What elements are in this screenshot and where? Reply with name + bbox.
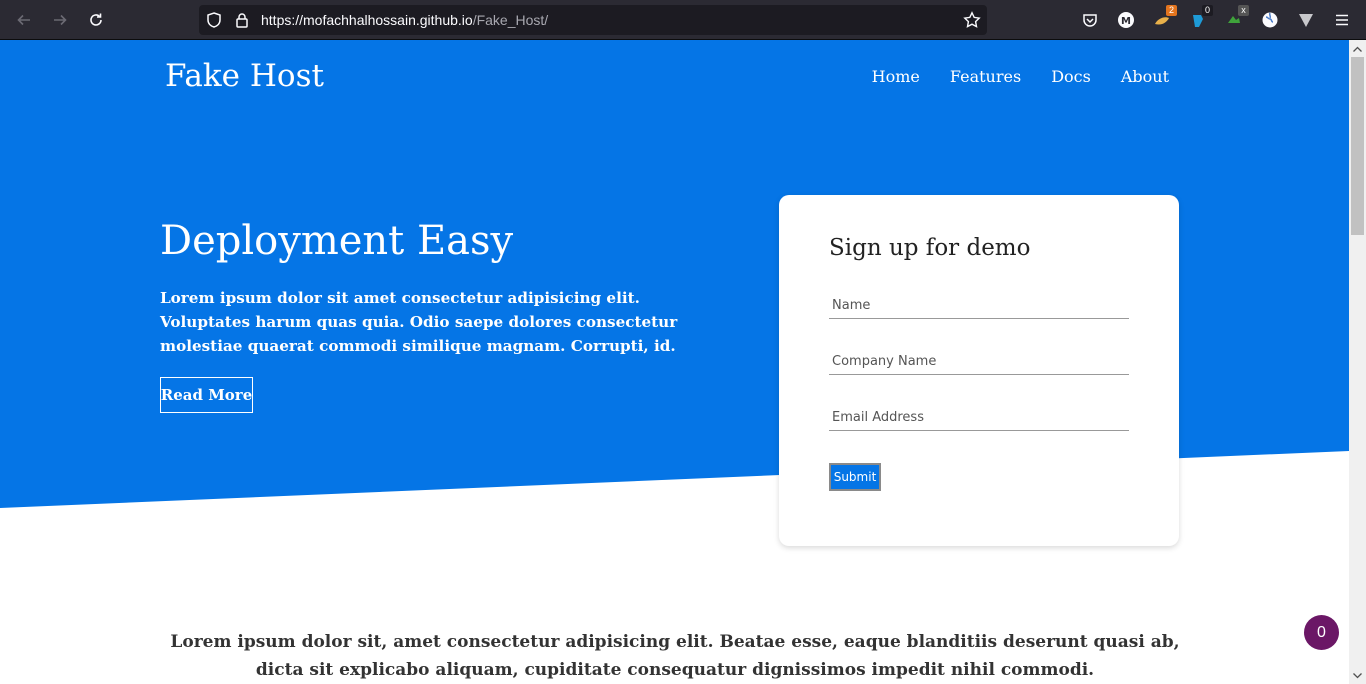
reload-icon — [90, 13, 102, 26]
forward-button[interactable] — [48, 8, 72, 32]
url-text[interactable]: https://mofachhalhossain.github.io/Fake_… — [261, 12, 548, 28]
svg-text:M: M — [1121, 16, 1131, 27]
shield-icon[interactable] — [205, 11, 223, 33]
extension-4-button[interactable]: x — [1223, 5, 1249, 31]
page-scrollbar[interactable] — [1349, 40, 1366, 684]
signup-title: Sign up for demo — [829, 235, 1031, 261]
v-shield-icon — [1299, 14, 1313, 27]
pocket-button[interactable] — [1079, 9, 1101, 31]
nav-link-home[interactable]: Home — [872, 67, 920, 86]
extension-v-button[interactable] — [1295, 9, 1317, 31]
chat-widget-button[interactable]: 0 — [1304, 615, 1339, 650]
url-host: https://mofachhalhossain.github.io — [261, 12, 473, 28]
back-button[interactable] — [12, 8, 36, 32]
hero-description: Lorem ipsum dolor sit amet consectetur a… — [160, 289, 678, 355]
intro-paragraph: Lorem ipsum dolor sit, amet consectetur … — [170, 632, 1180, 680]
pocket-icon — [1083, 14, 1097, 27]
email-input[interactable] — [829, 405, 1129, 431]
scroll-down-arrow[interactable] — [1349, 667, 1366, 684]
extension-3-button[interactable]: 0 — [1187, 5, 1213, 31]
address-bar[interactable]: https://mofachhalhossain.github.io/Fake_… — [199, 5, 987, 35]
menu-button[interactable] — [1331, 9, 1353, 31]
m-circle-icon: M — [1118, 12, 1134, 28]
hero-title: Deployment Easy — [160, 218, 514, 264]
signup-card: Sign up for demo Submit — [779, 195, 1179, 546]
extension-4-badge: x — [1238, 5, 1249, 16]
arrow-right-icon — [54, 14, 67, 26]
reload-button[interactable] — [84, 8, 108, 32]
extension-globe-button[interactable] — [1259, 9, 1281, 31]
extension-2-button[interactable]: 2 — [1151, 5, 1177, 31]
company-name-input[interactable] — [829, 349, 1129, 375]
submit-button[interactable]: Submit — [829, 463, 881, 491]
chevron-down-icon — [1353, 672, 1362, 678]
chevron-up-icon — [1353, 46, 1362, 52]
browser-toolbar: https://mofachhalhossain.github.io/Fake_… — [0, 0, 1366, 40]
read-more-button[interactable]: Read More — [160, 377, 253, 413]
nav-link-docs[interactable]: Docs — [1051, 67, 1091, 86]
name-input[interactable] — [829, 293, 1129, 319]
main-nav: Home Features Docs About — [872, 67, 1169, 86]
scroll-thumb[interactable] — [1351, 57, 1364, 235]
extension-2-badge: 2 — [1166, 5, 1177, 16]
bookmark-star-icon[interactable] — [963, 11, 981, 33]
scroll-up-arrow[interactable] — [1349, 40, 1366, 57]
extension-3-badge: 0 — [1202, 5, 1213, 16]
arrow-left-icon — [17, 14, 30, 26]
extension-m-button[interactable]: M — [1115, 9, 1137, 31]
lock-icon[interactable] — [233, 11, 251, 33]
site-logo[interactable]: Fake Host — [165, 58, 324, 94]
nav-link-about[interactable]: About — [1121, 67, 1169, 86]
globe-icon — [1262, 12, 1278, 28]
page-viewport: Fake Host Home Features Docs About Deplo… — [0, 40, 1349, 684]
url-path: /Fake_Host/ — [472, 12, 549, 28]
nav-link-features[interactable]: Features — [950, 67, 1021, 86]
hamburger-menu-icon — [1336, 14, 1348, 26]
